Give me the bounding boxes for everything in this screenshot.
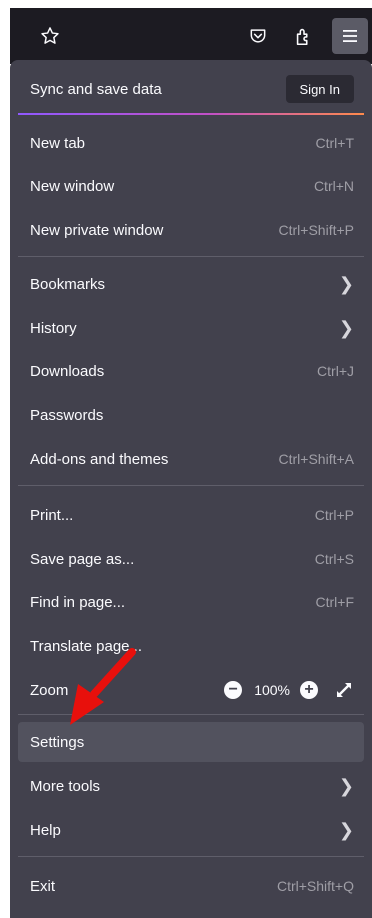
- app-menu-button[interactable]: [332, 18, 368, 54]
- zoom-level-button[interactable]: 100%: [254, 682, 290, 698]
- app-menu-panel: Sync and save data Sign In New tab Ctrl+…: [10, 60, 372, 918]
- menu-item-label: Exit: [30, 877, 56, 895]
- menu-separator: [18, 714, 364, 715]
- browser-toolbar: [10, 8, 372, 64]
- menu-item-zoom: Zoom − 100% +: [18, 672, 364, 708]
- menu-item-bookmarks[interactable]: Bookmarks ❯: [18, 266, 364, 302]
- menu-item-label: Zoom: [30, 681, 69, 699]
- star-icon: [41, 27, 59, 44]
- menu-item-label: Print...: [30, 506, 74, 524]
- zoom-in-button[interactable]: +: [300, 681, 318, 699]
- menu-item-label: History: [30, 319, 77, 337]
- extensions-button[interactable]: [288, 20, 320, 52]
- pocket-button[interactable]: [242, 20, 274, 52]
- menu-item-label: Find in page...: [30, 593, 126, 611]
- menu-item-shortcut: Ctrl+J: [317, 363, 354, 379]
- menu-item-label: Help: [30, 821, 61, 839]
- menu-item-shortcut: Ctrl+Shift+Q: [276, 878, 354, 894]
- pocket-icon: [250, 29, 266, 43]
- sync-label: Sync and save data: [30, 80, 162, 98]
- menu-item-shortcut: Ctrl+Shift+P: [278, 222, 354, 238]
- fullscreen-button[interactable]: [334, 680, 354, 700]
- menu-item-history[interactable]: History ❯: [18, 310, 364, 346]
- menu-item-shortcut: Ctrl+T: [315, 135, 355, 151]
- menu-item-label: Bookmarks: [30, 275, 106, 293]
- menu-item-label: Translate page...: [30, 637, 143, 655]
- menu-item-shortcut: Ctrl+Shift+A: [278, 451, 354, 467]
- menu-item-label: Settings: [30, 733, 85, 751]
- chevron-right-icon: ❯: [338, 273, 354, 294]
- zoom-out-button[interactable]: −: [224, 681, 243, 699]
- menu-separator: [18, 485, 364, 486]
- menu-item-addons-themes[interactable]: Add-ons and themes Ctrl+Shift+A: [18, 441, 364, 477]
- menu-item-label: New window: [30, 177, 115, 195]
- menu-item-label: More tools: [30, 777, 101, 795]
- menu-item-label: New tab: [30, 134, 86, 152]
- menu-item-more-tools[interactable]: More tools ❯: [18, 768, 364, 804]
- menu-item-passwords[interactable]: Passwords: [18, 397, 364, 433]
- sign-in-button[interactable]: Sign In: [285, 75, 354, 103]
- menu-separator: [18, 856, 364, 857]
- menu-item-shortcut: Ctrl+F: [315, 594, 355, 610]
- menu-item-label: Save page as...: [30, 550, 135, 568]
- menu-item-translate-page[interactable]: Translate page...: [18, 628, 364, 664]
- zoom-controls: − 100% +: [224, 680, 354, 700]
- sync-row: Sync and save data Sign In: [18, 70, 364, 108]
- menu-item-new-window[interactable]: New window Ctrl+N: [18, 168, 364, 204]
- menu-separator: [18, 256, 364, 257]
- menu-item-label: Passwords: [30, 406, 104, 424]
- extensions-icon: [296, 28, 308, 46]
- menu-item-help[interactable]: Help ❯: [18, 812, 364, 848]
- menu-item-shortcut: Ctrl+P: [314, 507, 354, 523]
- fullscreen-icon: [337, 683, 351, 697]
- chevron-right-icon: ❯: [338, 819, 354, 840]
- menu-item-settings[interactable]: Settings: [18, 722, 364, 762]
- account-accent-divider: [18, 113, 364, 115]
- menu-item-shortcut: Ctrl+N: [313, 178, 354, 194]
- menu-item-downloads[interactable]: Downloads Ctrl+J: [18, 353, 364, 389]
- menu-item-find-in-page[interactable]: Find in page... Ctrl+F: [18, 584, 364, 620]
- menu-item-new-tab[interactable]: New tab Ctrl+T: [18, 125, 364, 161]
- bookmark-star-button[interactable]: [34, 20, 66, 52]
- chevron-right-icon: ❯: [338, 775, 354, 796]
- menu-item-label: New private window: [30, 221, 164, 239]
- menu-item-shortcut: Ctrl+S: [314, 551, 354, 567]
- hamburger-menu-icon: [343, 30, 357, 42]
- menu-item-exit[interactable]: Exit Ctrl+Shift+Q: [18, 868, 364, 904]
- menu-item-print[interactable]: Print... Ctrl+P: [18, 497, 364, 533]
- menu-item-save-page-as[interactable]: Save page as... Ctrl+S: [18, 541, 364, 577]
- menu-item-new-private-window[interactable]: New private window Ctrl+Shift+P: [18, 212, 364, 248]
- menu-item-label: Downloads: [30, 362, 105, 380]
- menu-item-label: Add-ons and themes: [30, 450, 169, 468]
- chevron-right-icon: ❯: [338, 317, 354, 338]
